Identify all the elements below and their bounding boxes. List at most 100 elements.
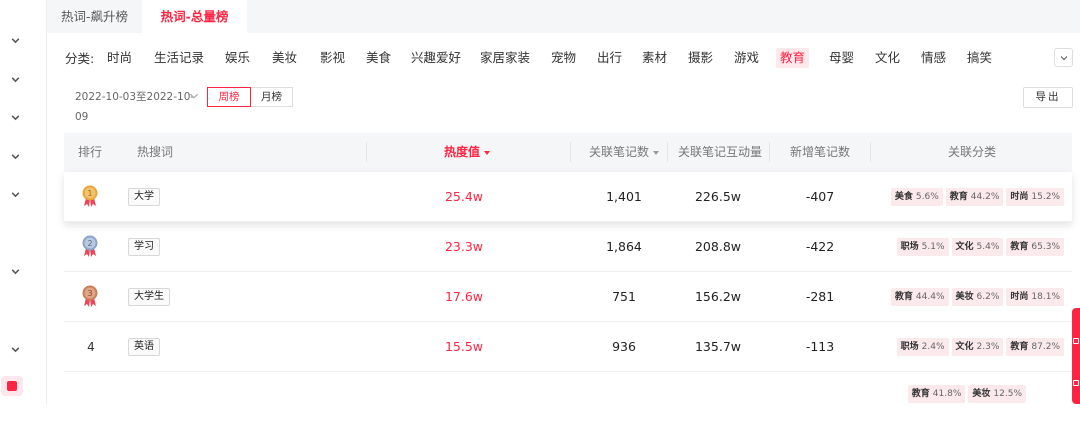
keyword-tag[interactable]: 学习 xyxy=(128,238,160,256)
keyword-tag[interactable]: 大学生 xyxy=(128,288,170,306)
category-item-active[interactable]: 教育 xyxy=(776,48,810,68)
silver-medal-icon: 2 xyxy=(82,235,98,257)
category-chip: 教育 87.2% xyxy=(1006,338,1064,356)
keyword-tag[interactable]: 大学 xyxy=(128,188,160,206)
chip-name: 职场 xyxy=(900,342,919,352)
heat-value: 17.6w xyxy=(444,289,484,304)
chip-pct: 12.5% xyxy=(993,389,1022,399)
monthly-toggle[interactable]: 月榜 xyxy=(251,87,293,107)
chip-pct: 41.8% xyxy=(932,389,962,399)
category-item[interactable]: 素材 xyxy=(638,48,671,68)
category-item[interactable]: 兴趣爱好 xyxy=(407,48,465,68)
nav-badge-icon[interactable] xyxy=(1,376,23,396)
table-row[interactable]: 2 学习 23.3w 1,864 208.8w -422 职场 5.1% 文化 5.… xyxy=(64,222,1072,272)
chip-name: 时尚 xyxy=(1010,292,1029,302)
header-keyword: 热搜词 xyxy=(137,145,174,159)
new-notes-count: -281 xyxy=(805,289,835,304)
keyword-tag[interactable]: 英语 xyxy=(128,338,160,356)
chevron-down-icon[interactable] xyxy=(8,149,22,163)
table-row[interactable]: 1 大学 25.4w 1,401 226.5w -407 美食 5.6% 教育 44… xyxy=(64,172,1072,222)
category-chip: 美食 5.6% xyxy=(890,188,943,206)
interactions-count: 226.5w xyxy=(694,189,741,204)
heat-value: 15.5w xyxy=(444,339,484,354)
date-range-value: 2022-10-03至2022-10-09 xyxy=(75,91,195,123)
chip-pct: 44.2% xyxy=(970,192,1000,202)
chip-pct: 87.2% xyxy=(1031,342,1060,352)
category-item[interactable]: 游戏 xyxy=(730,48,763,68)
header-heat[interactable]: 热度值 xyxy=(444,133,491,172)
category-chip: 文化 2.3% xyxy=(951,338,1004,356)
category-chip: 时尚 18.1% xyxy=(1006,288,1064,306)
category-item[interactable]: 家居家装 xyxy=(476,48,534,68)
interactions-count: 135.7w xyxy=(694,339,741,354)
export-button[interactable]: 导出 xyxy=(1023,87,1073,108)
category-item[interactable]: 生活记录 xyxy=(150,48,208,68)
column-divider xyxy=(667,142,668,162)
category-item[interactable]: 文化 xyxy=(871,48,904,68)
category-chips: 教育 44.4% 美妆 6.2% 时尚 18.1% xyxy=(890,288,1064,306)
category-chip: 教育 44.4% xyxy=(890,288,949,306)
category-chip: 文化 5.4% xyxy=(951,238,1004,256)
category-item[interactable]: 影视 xyxy=(316,48,349,68)
category-chip: 时尚 15.2% xyxy=(1006,188,1064,206)
heat-value: 25.4w xyxy=(444,189,484,204)
table-row[interactable]: 3 大学生 17.6w 751 156.2w -281 教育 44.4% 美妆 6.… xyxy=(64,272,1072,322)
chip-pct: 2.3% xyxy=(976,342,1000,352)
chip-name: 职场 xyxy=(900,242,919,252)
chip-pct: 2.4% xyxy=(921,342,945,352)
category-chip: 美妆 12.5% xyxy=(968,385,1026,403)
chevron-down-icon[interactable] xyxy=(8,72,22,86)
chip-pct: 44.4% xyxy=(915,292,945,302)
tab-total[interactable]: 热词-总量榜 xyxy=(142,0,247,33)
floating-side-panel[interactable] xyxy=(1072,308,1080,404)
chevron-down-icon[interactable] xyxy=(8,342,22,356)
tab-rising[interactable]: 热词-飙升榜 xyxy=(47,0,142,33)
svg-text:2: 2 xyxy=(87,239,92,248)
table-row[interactable]: 4 英语 15.5w 936 135.7w -113 职场 2.4% 文化 2.3%… xyxy=(64,322,1072,372)
chevron-down-icon[interactable] xyxy=(8,187,22,201)
category-chip: 教育 44.2% xyxy=(945,188,1004,206)
category-item[interactable]: 摄影 xyxy=(684,48,717,68)
weekly-toggle[interactable]: 周榜 xyxy=(207,87,251,107)
category-item[interactable]: 情感 xyxy=(917,48,950,68)
chip-pct: 5.4% xyxy=(976,242,1000,252)
date-range-select[interactable]: 2022-10-03至2022-10-09 xyxy=(65,87,200,123)
notes-count: 1,401 xyxy=(606,189,642,204)
category-item[interactable]: 出行 xyxy=(593,48,626,68)
sort-icon xyxy=(653,150,660,155)
column-divider xyxy=(769,142,770,162)
chip-name: 时尚 xyxy=(1010,192,1029,202)
chevron-down-icon[interactable] xyxy=(8,264,22,278)
chip-pct: 65.3% xyxy=(1031,242,1060,252)
chip-pct: 6.2% xyxy=(976,292,1000,302)
table-row[interactable]: 教育 41.8% 美妆 12.5% xyxy=(64,372,1072,422)
expand-categories-button[interactable] xyxy=(1054,48,1073,67)
category-item[interactable]: 时尚 xyxy=(103,48,136,68)
category-item[interactable]: 搞笑 xyxy=(963,48,996,68)
gold-medal-icon: 1 xyxy=(82,185,98,207)
category-label: 分类: xyxy=(65,51,95,66)
column-divider xyxy=(570,142,571,162)
chip-name: 教育 xyxy=(894,292,913,302)
header-interactions: 关联笔记互动量 xyxy=(678,145,763,159)
category-chips: 美食 5.6% 教育 44.2% 时尚 15.2% xyxy=(890,188,1064,206)
chip-pct: 18.1% xyxy=(1031,292,1060,302)
chevron-down-icon[interactable] xyxy=(8,33,22,47)
category-item[interactable]: 娱乐 xyxy=(221,48,254,68)
chevron-down-icon xyxy=(189,93,199,99)
category-item[interactable]: 母婴 xyxy=(825,48,858,68)
chip-name: 美食 xyxy=(894,192,913,202)
column-divider xyxy=(366,142,367,162)
sort-desc-icon xyxy=(484,150,491,155)
chip-name: 美妆 xyxy=(972,389,991,399)
category-item[interactable]: 美妆 xyxy=(268,48,301,68)
chevron-down-icon[interactable] xyxy=(8,110,22,124)
chip-name: 文化 xyxy=(955,242,974,252)
header-new-notes: 新增笔记数 xyxy=(790,145,851,159)
category-item[interactable]: 宠物 xyxy=(547,48,580,68)
category-chips: 教育 41.8% 美妆 12.5% xyxy=(907,385,1026,403)
header-notes[interactable]: 关联笔记数 xyxy=(589,133,660,172)
chip-name: 教育 xyxy=(911,389,930,399)
category-item[interactable]: 美食 xyxy=(362,48,395,68)
interactions-count: 208.8w xyxy=(694,239,741,254)
